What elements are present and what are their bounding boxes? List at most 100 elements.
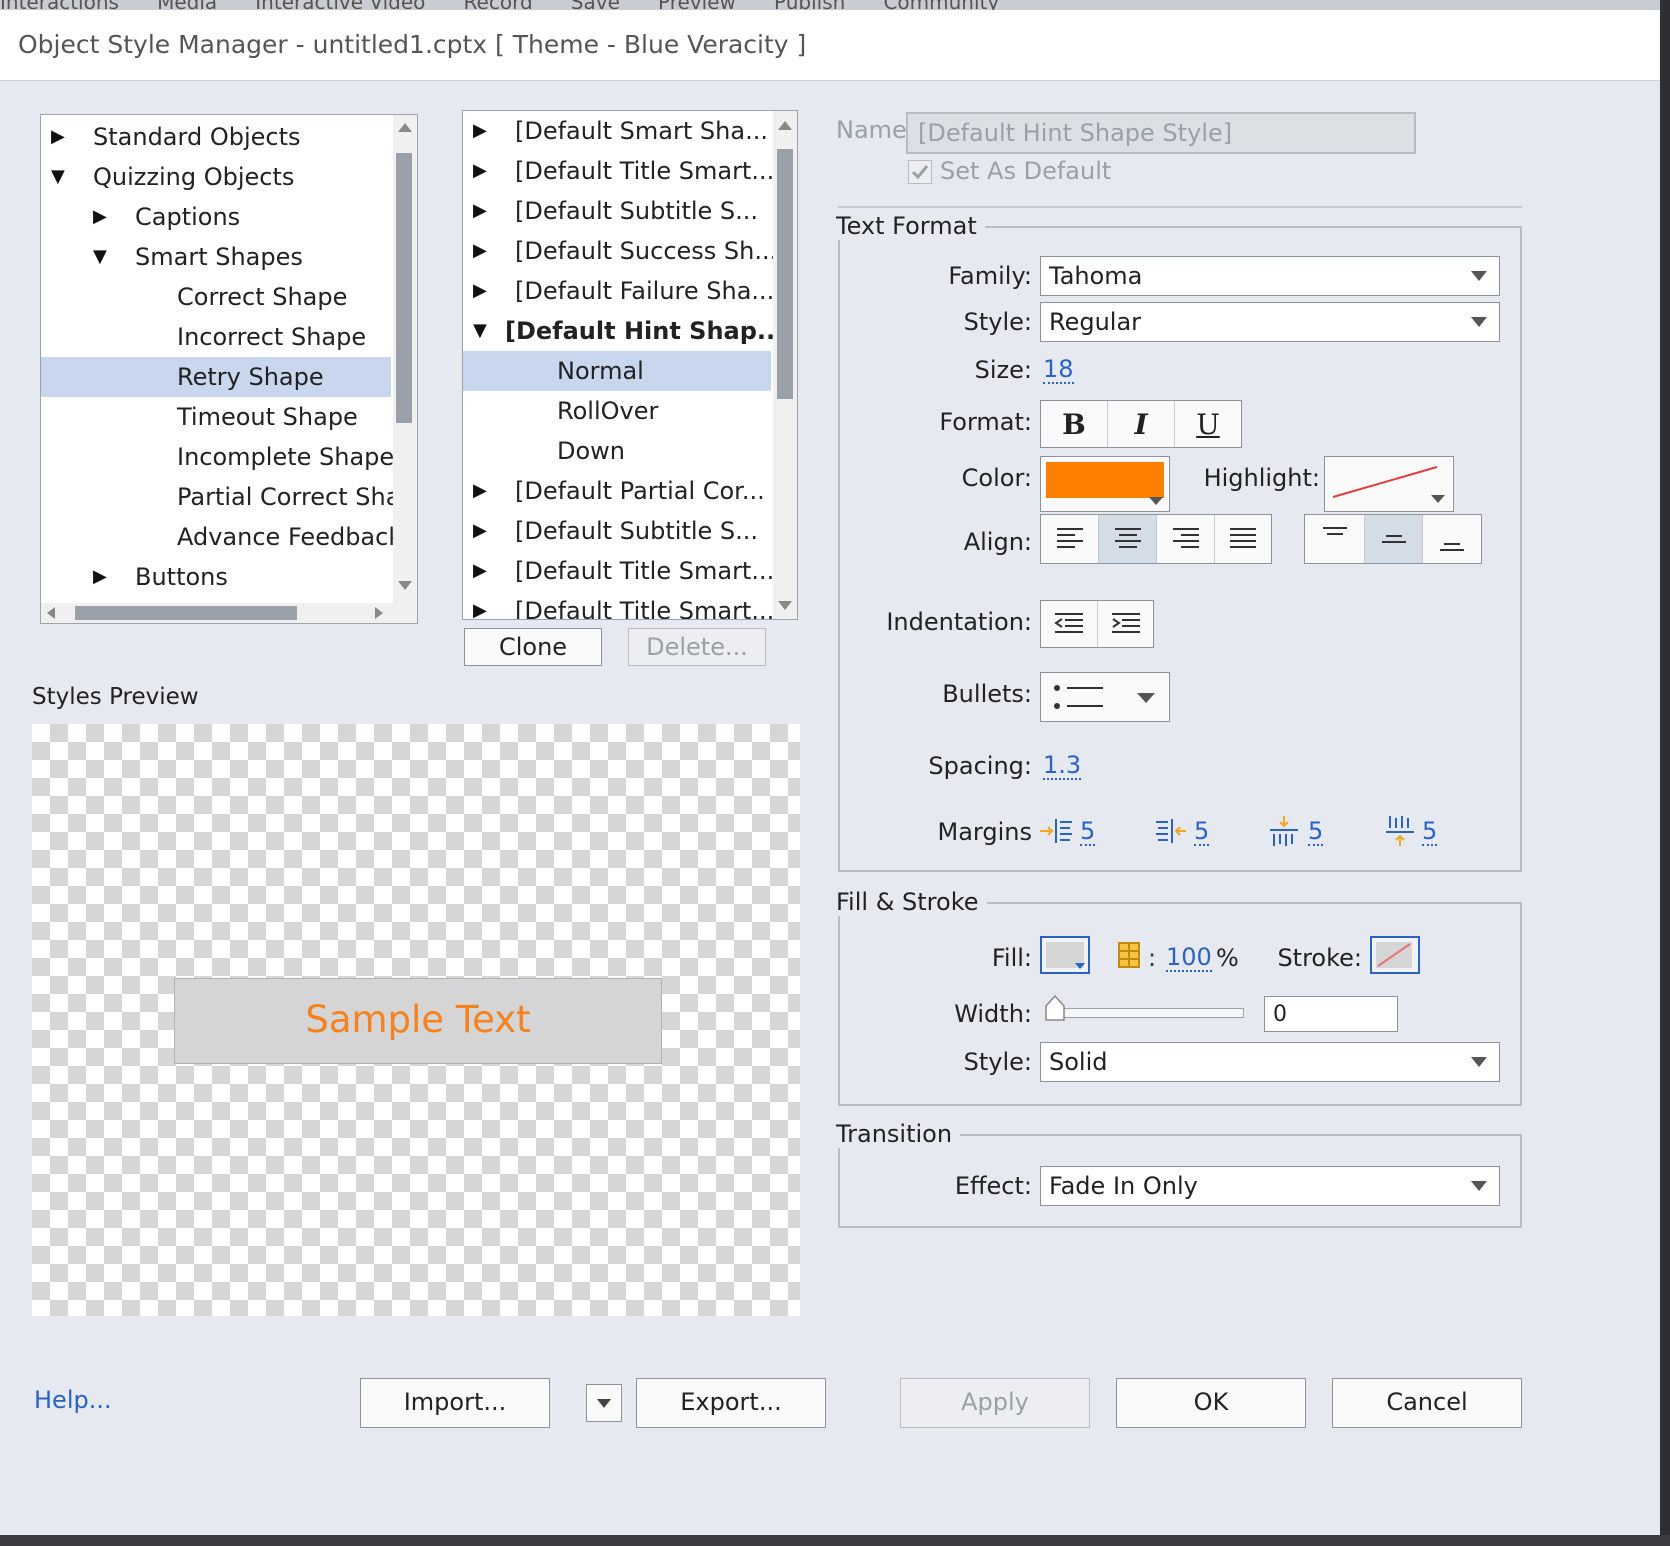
increase-indent-button[interactable]: [1098, 601, 1153, 647]
import-button[interactable]: Import...: [360, 1378, 550, 1428]
stroke-style-select[interactable]: Solid: [1040, 1042, 1500, 1082]
tree-item[interactable]: ▶ Standard Objects: [41, 117, 391, 157]
style-list-scrollbar[interactable]: [773, 111, 797, 619]
margin-bottom-value[interactable]: 5: [1422, 818, 1438, 846]
clone-button[interactable]: Clone: [464, 628, 602, 666]
expanded-arrow-icon[interactable]: ▼: [93, 237, 107, 277]
collapsed-arrow-icon[interactable]: ▶: [93, 557, 107, 597]
collapsed-arrow-icon[interactable]: ▶: [93, 197, 107, 237]
scroll-right-arrow-icon[interactable]: [375, 607, 383, 619]
style-item[interactable]: RollOver: [463, 391, 771, 431]
tree-item[interactable]: ▼ Smart Shapes: [41, 237, 391, 277]
collapsed-arrow-icon[interactable]: ▶: [473, 271, 487, 311]
tree-item[interactable]: Incorrect Shape: [41, 317, 391, 357]
size-value[interactable]: 18: [1043, 356, 1074, 384]
expanded-arrow-icon[interactable]: ▼: [473, 311, 487, 351]
style-item[interactable]: ▶ [Default Success Sh...: [463, 231, 777, 271]
tree-item[interactable]: Timeout Shape: [41, 397, 391, 437]
tree-item[interactable]: Correct Shape: [41, 277, 391, 317]
effect-select[interactable]: Fade In Only: [1040, 1166, 1500, 1206]
export-button[interactable]: Export...: [636, 1378, 826, 1428]
cancel-button[interactable]: Cancel: [1332, 1378, 1522, 1428]
expanded-arrow-icon[interactable]: ▼: [51, 157, 65, 197]
width-slider-track[interactable]: [1052, 1008, 1244, 1018]
import-dropdown-button[interactable]: [586, 1384, 622, 1422]
collapsed-arrow-icon[interactable]: ▶: [473, 111, 487, 151]
collapsed-arrow-icon[interactable]: ▶: [51, 117, 65, 157]
width-input[interactable]: 0: [1264, 996, 1398, 1032]
align-left-button[interactable]: [1041, 515, 1099, 563]
style-item[interactable]: Normal: [463, 351, 771, 391]
style-item[interactable]: ▶ [Default Subtitle S...: [463, 511, 771, 551]
help-link[interactable]: Help...: [34, 1386, 112, 1414]
highlight-picker[interactable]: [1324, 456, 1454, 512]
opacity-value[interactable]: 100: [1166, 944, 1212, 972]
align-right-button[interactable]: [1157, 515, 1215, 563]
delete-button[interactable]: Delete...: [628, 628, 766, 666]
stroke-color-picker[interactable]: [1370, 936, 1420, 974]
decrease-indent-button[interactable]: [1041, 601, 1098, 647]
collapsed-arrow-icon[interactable]: ▶: [473, 591, 487, 619]
style-item[interactable]: Down: [463, 431, 771, 471]
align-center-button[interactable]: [1099, 515, 1157, 563]
collapsed-arrow-icon[interactable]: ▶: [473, 471, 487, 511]
bold-button[interactable]: B: [1041, 401, 1108, 447]
tree-item[interactable]: ▶ Buttons: [41, 557, 391, 597]
tree-item[interactable]: ▼ Quizzing Objects: [41, 157, 391, 197]
style-item[interactable]: ▶ [Default Title Smart...: [463, 151, 774, 191]
text-format-label: Text Format: [836, 212, 985, 240]
font-style-select[interactable]: Regular: [1040, 302, 1500, 342]
collapsed-arrow-icon[interactable]: ▶: [473, 231, 487, 271]
tree-item[interactable]: Advance Feedback S: [41, 517, 417, 557]
align-justify-button[interactable]: [1215, 515, 1271, 563]
color-picker[interactable]: [1040, 456, 1170, 512]
ok-button[interactable]: OK: [1116, 1378, 1306, 1428]
tree-item[interactable]: ▶ Captions: [41, 197, 391, 237]
margin-left-value[interactable]: 5: [1080, 818, 1096, 846]
margin-bottom-icon: [1384, 814, 1416, 848]
align-top-button[interactable]: [1305, 515, 1365, 563]
tree-horizontal-scrollbar[interactable]: [41, 603, 417, 623]
style-item[interactable]: ▶ [Default Title Smart...: [463, 551, 774, 591]
align-top-icon: [1322, 527, 1347, 535]
family-select[interactable]: Tahoma: [1040, 256, 1500, 296]
align-middle-button[interactable]: [1365, 515, 1423, 563]
scroll-up-arrow-icon[interactable]: [398, 123, 412, 132]
tree-item[interactable]: Incomplete Shape: [41, 437, 394, 477]
collapsed-arrow-icon[interactable]: ▶: [473, 151, 487, 191]
tree-vertical-scrollbar[interactable]: [393, 115, 417, 603]
spacing-value[interactable]: 1.3: [1043, 752, 1082, 780]
collapsed-arrow-icon[interactable]: ▶: [473, 191, 487, 231]
italic-button[interactable]: I: [1108, 401, 1175, 447]
sample-shape: Sample Text: [174, 978, 662, 1064]
object-type-tree[interactable]: ▶ Standard Objects ▼ Quizzing Objects ▶ Capti…: [40, 114, 418, 624]
name-field[interactable]: [Default Hint Shape Style]: [906, 112, 1416, 154]
scroll-thumb[interactable]: [396, 153, 412, 423]
style-item[interactable]: ▶ [Default Smart Sha...: [463, 111, 771, 151]
width-slider-handle[interactable]: [1044, 994, 1066, 1022]
style-item[interactable]: ▶ [Default Partial Cor...: [463, 471, 771, 511]
align-bottom-button[interactable]: [1423, 515, 1481, 563]
style-item[interactable]: ▼ [Default Hint Shap...: [463, 311, 784, 351]
fill-color-picker[interactable]: [1040, 936, 1090, 974]
tree-item[interactable]: Partial Correct Shap: [41, 477, 416, 517]
apply-button[interactable]: Apply: [900, 1378, 1090, 1428]
collapsed-arrow-icon[interactable]: ▶: [473, 551, 487, 591]
margin-right-value[interactable]: 5: [1194, 818, 1210, 846]
scroll-left-arrow-icon[interactable]: [47, 607, 55, 619]
collapsed-arrow-icon[interactable]: ▶: [473, 511, 487, 551]
scroll-up-arrow-icon[interactable]: [778, 121, 792, 130]
horizontal-scroll-thumb[interactable]: [75, 606, 297, 620]
scroll-down-arrow-icon[interactable]: [778, 601, 792, 610]
set-default-checkbox[interactable]: [908, 160, 932, 184]
style-item[interactable]: ▶ [Default Title Smart...: [463, 591, 774, 619]
style-item[interactable]: ▶ [Default Failure Sha...: [463, 271, 774, 311]
style-list[interactable]: ▶ [Default Smart Sha... ▶ [Default Title Sm…: [462, 110, 798, 620]
bullets-select[interactable]: [1040, 672, 1170, 722]
style-item[interactable]: ▶ [Default Subtitle S...: [463, 191, 771, 231]
margin-top-value[interactable]: 5: [1308, 818, 1324, 846]
tree-item[interactable]: Retry Shape: [41, 357, 391, 397]
scroll-down-arrow-icon[interactable]: [398, 581, 412, 590]
underline-button[interactable]: U: [1175, 401, 1241, 447]
scroll-thumb[interactable]: [777, 149, 793, 399]
